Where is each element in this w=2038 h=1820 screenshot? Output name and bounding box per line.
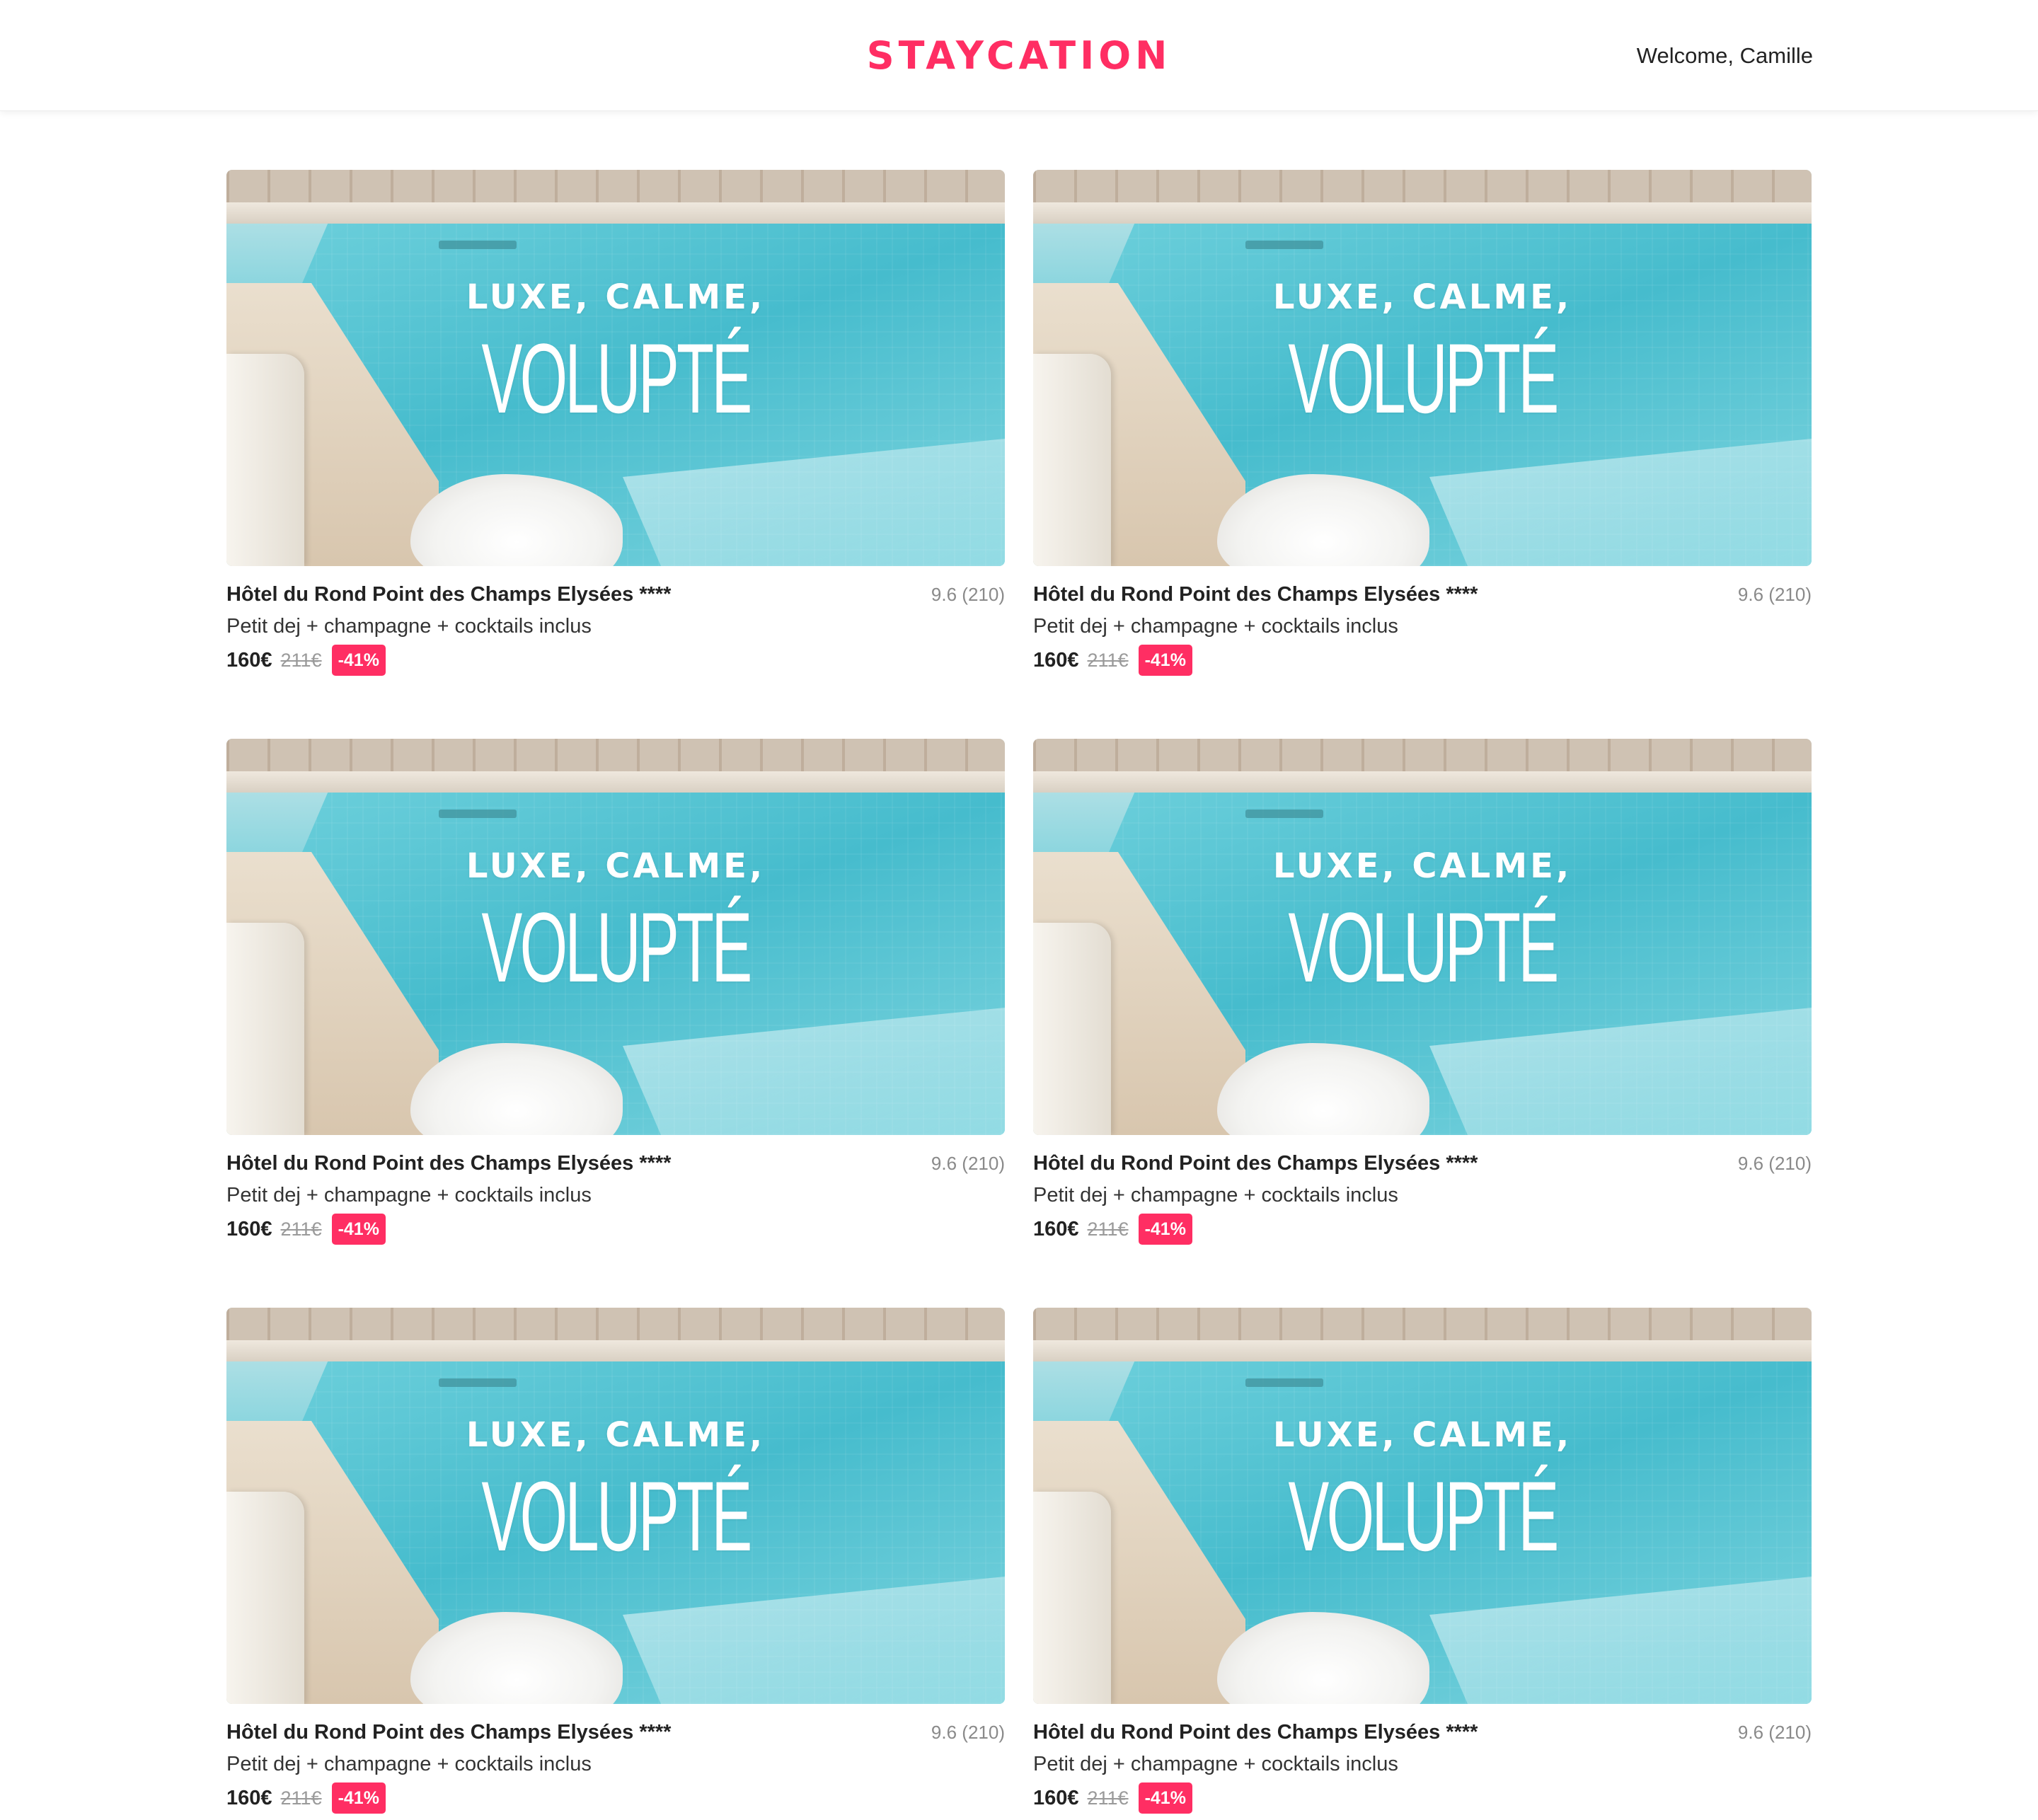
lounger xyxy=(226,1492,304,1704)
price-row: 160€ 211€ -41% xyxy=(1033,1211,1192,1247)
hotel-card[interactable]: LUXE, CALME, VOLUPTÉ Hôtel du Rond Point… xyxy=(226,1308,1005,1820)
pool-vent xyxy=(1245,1378,1323,1387)
offer-description: Petit dej + champagne + cocktails inclus xyxy=(226,1753,592,1775)
pool-vent xyxy=(1245,810,1323,818)
price-row: 160€ 211€ -41% xyxy=(1033,1780,1192,1816)
hotel-name[interactable]: Hôtel du Rond Point des Champs Elysées *… xyxy=(1033,1717,1478,1748)
hotel-image[interactable]: LUXE, CALME, VOLUPTÉ xyxy=(1033,1308,1812,1704)
pool-wall xyxy=(226,170,1005,202)
offer-description: Petit dej + champagne + cocktails inclus xyxy=(1033,1753,1398,1775)
pool-coping xyxy=(1033,202,1812,224)
pool-wall xyxy=(226,739,1005,771)
hotel-card[interactable]: LUXE, CALME, VOLUPTÉ Hôtel du Rond Point… xyxy=(1033,170,1812,682)
hotel-card[interactable]: LUXE, CALME, VOLUPTÉ Hôtel du Rond Point… xyxy=(226,739,1005,1251)
hotel-rating: 9.6 (210) xyxy=(931,1153,1005,1174)
image-tagline-top: LUXE, CALME, xyxy=(1272,277,1572,317)
current-price: 160€ xyxy=(1033,1217,1079,1240)
discount-badge: -41% xyxy=(331,1782,386,1814)
current-price: 160€ xyxy=(226,648,272,672)
hotel-rating: 9.6 (210) xyxy=(1737,584,1812,605)
hotel-image[interactable]: LUXE, CALME, VOLUPTÉ xyxy=(226,1308,1005,1704)
pool-coping xyxy=(226,202,1005,224)
price-row: 160€ 211€ -41% xyxy=(1033,643,1192,678)
old-price: 211€ xyxy=(280,649,322,671)
hotel-card[interactable]: LUXE, CALME, VOLUPTÉ Hôtel du Rond Point… xyxy=(1033,739,1812,1251)
current-price: 160€ xyxy=(226,1786,272,1809)
discount-badge: -41% xyxy=(1138,1782,1192,1814)
old-price: 211€ xyxy=(280,1787,322,1809)
image-tagline-bottom: VOLUPTÉ xyxy=(1288,323,1559,434)
image-tagline-top: LUXE, CALME, xyxy=(466,846,766,886)
image-tagline-bottom: VOLUPTÉ xyxy=(481,892,752,1003)
lounger xyxy=(1033,354,1111,566)
image-tagline-top: LUXE, CALME, xyxy=(466,277,766,317)
pool-vent xyxy=(439,241,517,249)
hotel-grid: LUXE, CALME, VOLUPTÉ Hôtel du Rond Point… xyxy=(226,170,1812,1820)
card-info: Hôtel du Rond Point des Champs Elysées *… xyxy=(1033,566,1812,682)
pool-coping xyxy=(226,1340,1005,1361)
hotel-rating: 9.6 (210) xyxy=(1737,1722,1812,1743)
pool-wall xyxy=(1033,1308,1812,1340)
pool-vent xyxy=(1245,241,1323,249)
pool-vent xyxy=(439,1378,517,1387)
old-price: 211€ xyxy=(1087,1787,1129,1809)
image-tagline-bottom: VOLUPTÉ xyxy=(1288,892,1559,1003)
hotel-image[interactable]: LUXE, CALME, VOLUPTÉ xyxy=(226,739,1005,1135)
hotel-rating: 9.6 (210) xyxy=(1737,1153,1812,1174)
card-info: Hôtel du Rond Point des Champs Elysées *… xyxy=(1033,1135,1812,1251)
hotel-image[interactable]: LUXE, CALME, VOLUPTÉ xyxy=(1033,739,1812,1135)
pool-coping xyxy=(1033,771,1812,793)
offer-description: Petit dej + champagne + cocktails inclus xyxy=(226,1184,592,1206)
top-header: STAYCATION Welcome, Camille xyxy=(0,0,2038,111)
current-price: 160€ xyxy=(1033,648,1079,672)
image-tagline-bottom: VOLUPTÉ xyxy=(481,323,752,434)
hotel-name[interactable]: Hôtel du Rond Point des Champs Elysées *… xyxy=(226,1717,671,1748)
pool-wall xyxy=(226,1308,1005,1340)
lounger xyxy=(226,354,304,566)
image-tagline-bottom: VOLUPTÉ xyxy=(1288,1461,1559,1572)
card-info: Hôtel du Rond Point des Champs Elysées *… xyxy=(1033,1704,1812,1820)
hotel-image[interactable]: LUXE, CALME, VOLUPTÉ xyxy=(226,170,1005,566)
lounger xyxy=(1033,1492,1111,1704)
image-tagline-top: LUXE, CALME, xyxy=(466,1415,766,1455)
hotel-name[interactable]: Hôtel du Rond Point des Champs Elysées *… xyxy=(226,579,671,610)
offer-description: Petit dej + champagne + cocktails inclus xyxy=(226,615,592,638)
hotel-image[interactable]: LUXE, CALME, VOLUPTÉ xyxy=(1033,170,1812,566)
discount-badge: -41% xyxy=(331,1214,386,1245)
hotel-card[interactable]: LUXE, CALME, VOLUPTÉ Hôtel du Rond Point… xyxy=(226,170,1005,682)
price-row: 160€ 211€ -41% xyxy=(226,1211,386,1247)
lounger xyxy=(1033,923,1111,1135)
image-tagline-bottom: VOLUPTÉ xyxy=(481,1461,752,1572)
pool-coping xyxy=(226,771,1005,793)
hotel-card[interactable]: LUXE, CALME, VOLUPTÉ Hôtel du Rond Point… xyxy=(1033,1308,1812,1820)
current-price: 160€ xyxy=(1033,1786,1079,1809)
offer-description: Petit dej + champagne + cocktails inclus xyxy=(1033,615,1398,638)
pool-coping xyxy=(1033,1340,1812,1361)
offer-description: Petit dej + champagne + cocktails inclus xyxy=(1033,1184,1398,1206)
card-info: Hôtel du Rond Point des Champs Elysées *… xyxy=(226,1704,1005,1820)
pool-wall xyxy=(1033,739,1812,771)
card-info: Hôtel du Rond Point des Champs Elysées *… xyxy=(226,566,1005,682)
pool-vent xyxy=(439,810,517,818)
pool-wall xyxy=(1033,170,1812,202)
discount-badge: -41% xyxy=(1138,1214,1192,1245)
old-price: 211€ xyxy=(280,1218,322,1240)
lounger xyxy=(226,923,304,1135)
image-tagline-top: LUXE, CALME, xyxy=(1272,846,1572,886)
current-price: 160€ xyxy=(226,1217,272,1240)
hotel-rating: 9.6 (210) xyxy=(931,1722,1005,1743)
price-row: 160€ 211€ -41% xyxy=(226,643,386,678)
hotel-name[interactable]: Hôtel du Rond Point des Champs Elysées *… xyxy=(1033,1148,1478,1179)
hotel-name[interactable]: Hôtel du Rond Point des Champs Elysées *… xyxy=(226,1148,671,1179)
image-tagline-top: LUXE, CALME, xyxy=(1272,1415,1572,1455)
price-row: 160€ 211€ -41% xyxy=(226,1780,386,1816)
welcome-user-text[interactable]: Welcome, Camille xyxy=(1637,40,1813,72)
card-info: Hôtel du Rond Point des Champs Elysées *… xyxy=(226,1135,1005,1251)
discount-badge: -41% xyxy=(331,645,386,676)
hotel-name[interactable]: Hôtel du Rond Point des Champs Elysées *… xyxy=(1033,579,1478,610)
hotel-rating: 9.6 (210) xyxy=(931,584,1005,605)
old-price: 211€ xyxy=(1087,1218,1129,1240)
discount-badge: -41% xyxy=(1138,645,1192,676)
old-price: 211€ xyxy=(1087,649,1129,671)
